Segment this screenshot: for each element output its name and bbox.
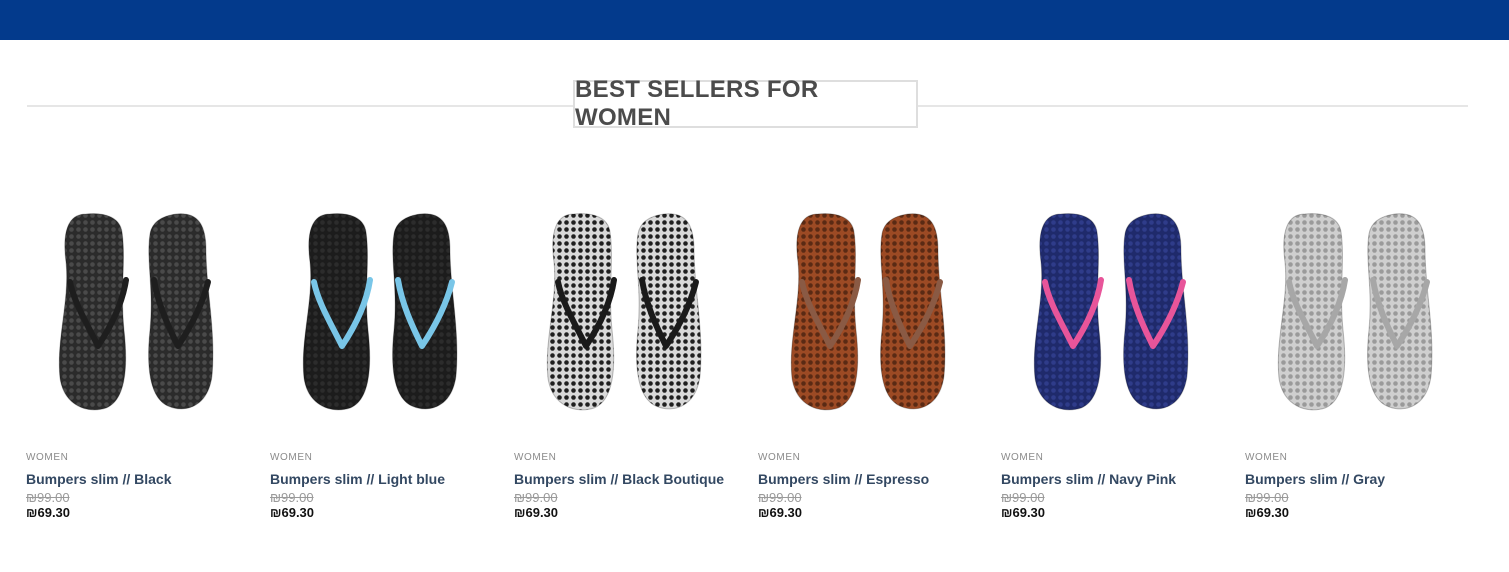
flip-flop-sole — [392, 213, 458, 410]
product-image[interactable] — [1245, 170, 1465, 430]
product-name-link[interactable]: Bumpers slim // Navy Pink — [1001, 471, 1221, 487]
product-card[interactable]: WOMEN Bumpers slim // Black Boutique ₪99… — [514, 170, 734, 520]
section-title: BEST SELLERS FOR WOMEN — [573, 76, 918, 131]
product-old-price: ₪99.00 — [758, 490, 802, 505]
flip-flop-sole — [1367, 213, 1433, 410]
product-sale-price: ₪69.30 — [26, 505, 71, 520]
top-navigation-bar — [0, 0, 1509, 40]
section-header: BEST SELLERS FOR WOMEN — [0, 76, 1509, 132]
flip-flop-sole — [636, 213, 702, 410]
flip-flop-sole — [1123, 213, 1189, 410]
product-name-link[interactable]: Bumpers slim // Light blue — [270, 471, 490, 487]
product-category[interactable]: WOMEN — [26, 452, 246, 464]
product-image[interactable] — [26, 170, 246, 430]
product-image[interactable] — [270, 170, 490, 430]
product-category[interactable]: WOMEN — [1001, 452, 1221, 464]
product-old-price: ₪99.00 — [1001, 490, 1045, 505]
product-image[interactable] — [758, 170, 978, 430]
product-image[interactable] — [514, 170, 734, 430]
product-name-link[interactable]: Bumpers slim // Gray — [1245, 471, 1465, 487]
flip-flop-sole — [880, 213, 946, 410]
product-old-price: ₪99.00 — [514, 490, 558, 505]
product-category[interactable]: WOMEN — [758, 452, 978, 464]
product-old-price: ₪99.00 — [270, 490, 314, 505]
product-sale-price: ₪69.30 — [514, 505, 559, 520]
product-category[interactable]: WOMEN — [514, 452, 734, 464]
product-category[interactable]: WOMEN — [1245, 452, 1465, 464]
product-card[interactable]: WOMEN Bumpers slim // Navy Pink ₪99.00 ₪… — [1001, 170, 1221, 520]
product-card[interactable]: WOMEN Bumpers slim // Gray ₪99.00 ₪69.30 — [1245, 170, 1465, 520]
product-sale-price: ₪69.30 — [758, 505, 803, 520]
product-name-link[interactable]: Bumpers slim // Black — [26, 471, 246, 487]
product-sale-price: ₪69.30 — [270, 505, 315, 520]
product-category[interactable]: WOMEN — [270, 452, 490, 464]
product-old-price: ₪99.00 — [26, 490, 70, 505]
product-name-link[interactable]: Bumpers slim // Espresso — [758, 471, 978, 487]
product-card[interactable]: WOMEN Bumpers slim // Light blue ₪99.00 … — [270, 170, 490, 520]
product-image[interactable] — [1001, 170, 1221, 430]
flip-flop-sole — [148, 213, 214, 410]
product-card[interactable]: WOMEN Bumpers slim // Espresso ₪99.00 ₪6… — [758, 170, 978, 520]
product-old-price: ₪99.00 — [1245, 490, 1289, 505]
product-sale-price: ₪69.30 — [1245, 505, 1290, 520]
product-name-link[interactable]: Bumpers slim // Black Boutique — [514, 471, 734, 487]
product-grid: WOMEN Bumpers slim // Black ₪99.00 ₪69.3… — [26, 170, 1486, 530]
product-sale-price: ₪69.30 — [1001, 505, 1046, 520]
product-card[interactable]: WOMEN Bumpers slim // Black ₪99.00 ₪69.3… — [26, 170, 246, 520]
